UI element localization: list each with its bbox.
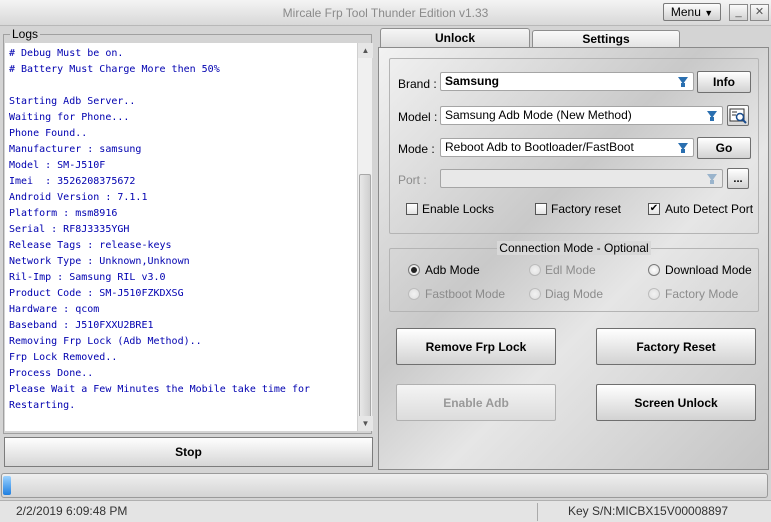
scroll-thumb[interactable] [359,174,371,420]
dropdown-arrow-icon [678,77,688,87]
go-button[interactable]: Go [697,137,751,159]
logs-textbox[interactable]: # Debug Must be on. # Battery Must Charge… [5,43,357,431]
tab-settings[interactable]: Settings [532,30,680,47]
model-dropdown[interactable]: Samsung Adb Mode (New Method) [440,106,723,125]
menu-label: Menu [670,5,701,19]
device-group: Brand : Samsung Info Model : Samsung Adb… [389,58,759,234]
info-button[interactable]: Info [697,71,751,93]
mode-label: Mode : [398,142,435,156]
log-line: Baseband : J510FXXU2BRE1 [9,320,154,331]
tab-unlock[interactable]: Unlock [380,28,530,48]
window-title: Mircale Frp Tool Thunder Edition v1.33 [282,6,489,20]
fastboot-mode-label: Fastboot Mode [425,287,506,301]
brand-dropdown[interactable]: Samsung [440,72,694,91]
factory-reset-label: Factory reset [551,202,622,216]
log-line: Network Type : Unknown,Unknown [9,256,190,267]
status-datetime: 2/2/2019 6:09:48 PM [16,504,128,518]
minimize-button[interactable]: _ [729,4,748,21]
progress-fill [3,476,11,495]
remove-frp-lock-button[interactable]: Remove Frp Lock [396,328,556,365]
log-line: Product Code : SM-J510FZKDXSG [9,288,184,299]
mode-dropdown[interactable]: Reboot Adb to Bootloader/FastBoot [440,138,694,157]
minimize-icon: _ [735,6,742,18]
download-mode-radio[interactable] [648,264,660,276]
brand-label: Brand : [398,77,437,91]
log-line: Model : SM-J510F [9,160,106,171]
log-line: Waiting for Phone... [9,112,130,123]
logs-scrollbar[interactable]: ▲ ▼ [357,43,373,431]
log-line: Ril-Imp : Samsung RIL v3.0 [9,272,166,283]
log-line: Serial : RF8J3335YGH [9,224,130,235]
status-key-serial: Key S/N:MICBX15V00008897 [568,504,729,518]
model-label: Model : [398,110,438,124]
log-line: Please Wait a Few Minutes the Mobile tak… [9,384,311,395]
edl-mode-radio[interactable] [529,264,541,276]
log-line: Imei : 3526208375672 [9,176,136,187]
log-line: Release Tags : release-keys [9,240,172,251]
scroll-up-icon[interactable]: ▲ [358,43,373,58]
screen-unlock-button[interactable]: Screen Unlock [596,384,756,421]
factory-mode-label: Factory Mode [665,287,739,301]
title-bar: Mircale Frp Tool Thunder Edition v1.33 M… [0,0,771,26]
close-button[interactable]: ✕ [750,4,769,21]
auto-detect-port-label: Auto Detect Port [665,202,754,216]
port-dropdown[interactable] [440,169,723,188]
dropdown-arrow-icon [678,143,688,153]
dropdown-arrow-icon [707,174,717,184]
connection-mode-group: Connection Mode - Optional Adb Mode Edl … [389,241,759,312]
port-label: Port : [398,173,427,187]
log-line: Removing Frp Lock (Adb Method).. [9,336,202,347]
magnifier-icon [729,108,747,124]
logs-label: Logs [10,27,41,41]
download-mode-label: Download Mode [665,263,752,277]
port-browse-button[interactable]: ... [727,168,749,189]
model-value: Samsung Adb Mode (New Method) [445,108,632,122]
stop-button[interactable]: Stop [4,437,373,467]
adb-mode-label: Adb Mode [425,263,480,277]
log-line: # Debug Must be on. [9,48,124,59]
logs-group: Logs # Debug Must be on. # Battery Must C… [3,27,373,434]
log-line: Starting Adb Server.. [9,96,136,107]
log-line: Restarting. [9,400,76,411]
edl-mode-label: Edl Mode [545,263,596,277]
factory-reset-button[interactable]: Factory Reset [596,328,756,365]
diag-mode-radio[interactable] [529,288,541,300]
connection-mode-caption: Connection Mode - Optional [497,241,651,255]
close-icon: ✕ [754,6,765,18]
log-line: Platform : msm8916 [9,208,118,219]
unlock-panel: Brand : Samsung Info Model : Samsung Adb… [378,47,769,470]
enable-locks-label: Enable Locks [422,202,495,216]
scroll-down-icon[interactable]: ▼ [358,416,373,431]
auto-detect-port-checkbox[interactable]: ✔ [648,203,660,215]
fastboot-mode-radio[interactable] [408,288,420,300]
checkmark-icon: ✔ [649,203,659,214]
enable-adb-button[interactable]: Enable Adb [396,384,556,421]
model-search-button[interactable] [727,105,749,126]
menu-button[interactable]: Menu ▼ [663,3,721,21]
log-line: Android Version : 7.1.1 [9,192,148,203]
log-line: Frp Lock Removed.. [9,352,118,363]
enable-locks-checkbox[interactable] [406,203,418,215]
adb-mode-radio[interactable] [408,264,420,276]
log-line: # Battery Must Charge More then 50% [9,64,220,75]
log-line: Hardware : qcom [9,304,100,315]
diag-mode-label: Diag Mode [545,287,604,301]
triangle-down-icon: ▼ [704,8,714,18]
log-line: Manufacturer : samsung [9,144,142,155]
factory-reset-checkbox[interactable] [535,203,547,215]
log-line: Process Done.. [9,368,94,379]
mode-value: Reboot Adb to Bootloader/FastBoot [445,140,634,154]
factory-mode-radio[interactable] [648,288,660,300]
app-window: Mircale Frp Tool Thunder Edition v1.33 M… [0,0,771,522]
dropdown-arrow-icon [707,111,717,121]
brand-value: Samsung [445,74,500,88]
progress-bar [1,473,768,498]
status-bar: 2/2/2019 6:09:48 PM Key S/N:MICBX15V0000… [0,500,771,522]
log-line: Phone Found.. [9,128,88,139]
